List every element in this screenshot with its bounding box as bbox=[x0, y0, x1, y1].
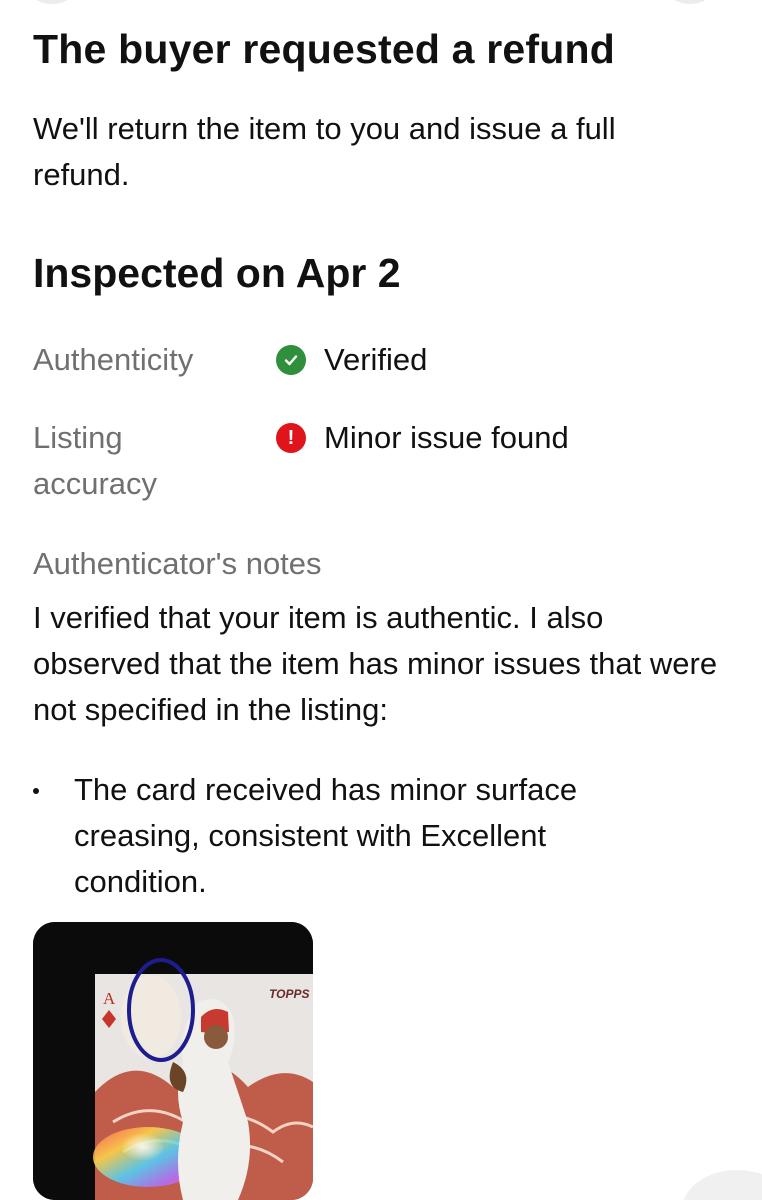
listing-accuracy-value: Minor issue found bbox=[324, 420, 569, 455]
authenticity-label: Authenticity bbox=[33, 342, 194, 377]
brand-logo: TOPPS bbox=[269, 987, 309, 1001]
listing-accuracy-label: Listing accuracy bbox=[33, 420, 158, 501]
scroll-fade-left bbox=[32, 0, 72, 4]
bullet-icon bbox=[33, 788, 39, 794]
notes-label: Authenticator's notes bbox=[33, 546, 322, 581]
page-title: The buyer requested a refund bbox=[33, 26, 616, 72]
authenticity-value: Verified bbox=[324, 342, 428, 377]
listing-accuracy-status: ! Minor issue found bbox=[276, 415, 569, 461]
note-bullet-text: The card received has minor surface crea… bbox=[74, 772, 578, 899]
scroll-fade-right bbox=[670, 0, 710, 4]
inspection-heading: Inspected on Apr 2 bbox=[33, 250, 401, 296]
refund-detail-page: The buyer requested a refund We'll retur… bbox=[0, 0, 762, 1200]
trading-card-image: A TOPPS bbox=[33, 922, 313, 1200]
check-circle-icon bbox=[276, 345, 306, 375]
inspection-photo[interactable]: A TOPPS bbox=[33, 922, 313, 1200]
refund-description: We'll return the item to you and issue a… bbox=[33, 111, 616, 192]
exclamation-circle-icon: ! bbox=[276, 423, 306, 453]
floating-action-edge bbox=[682, 1170, 762, 1200]
card-rank: A bbox=[103, 989, 116, 1008]
authenticity-status: Verified bbox=[276, 337, 427, 383]
notes-text: I verified that your item is authentic. … bbox=[33, 600, 718, 727]
